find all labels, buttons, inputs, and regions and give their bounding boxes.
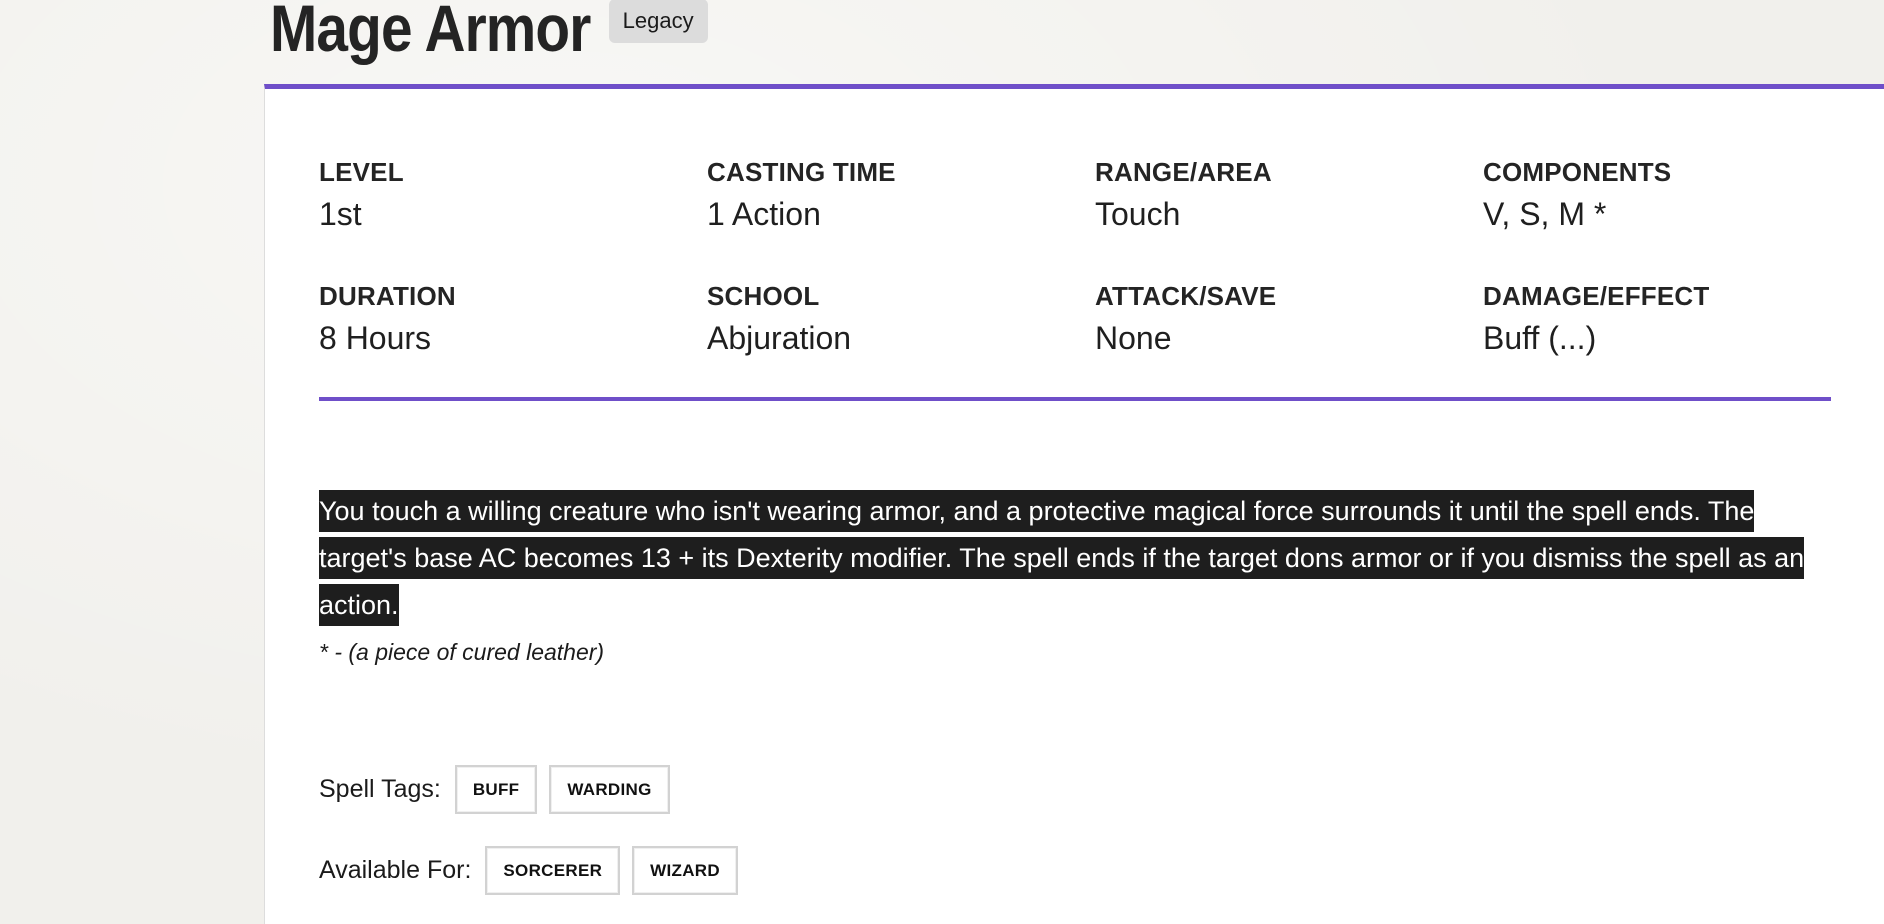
available-for-label: Available For: [319, 856, 472, 884]
stat-damage-effect: DAMAGE/EFFECT Buff (...) [1483, 281, 1871, 405]
stat-components: COMPONENTS V, S, M * [1483, 157, 1871, 281]
stat-label: COMPONENTS [1483, 157, 1672, 187]
stat-casting-time: CASTING TIME 1 Action [707, 157, 1095, 281]
legacy-badge: Legacy [608, 0, 708, 43]
spell-page: Mage Armor Legacy LEVEL 1st CASTING TIME… [0, 0, 1884, 924]
title-row: Mage Armor Legacy [270, 0, 708, 70]
stat-school: SCHOOL Abjuration [707, 281, 1095, 405]
available-for-row: Available For: SORCERER WIZARD [319, 846, 750, 895]
stat-value: 8 Hours [319, 320, 432, 356]
stat-label: ATTACK/SAVE [1095, 281, 1277, 311]
stat-range-area: RANGE/AREA Touch [1095, 157, 1483, 281]
spell-stats-grid: LEVEL 1st CASTING TIME 1 Action RANGE/AR… [319, 157, 1859, 405]
material-footnote: * - (a piece of cured leather) [319, 639, 605, 665]
stat-label: SCHOOL [707, 281, 820, 311]
selected-description-text[interactable]: You touch a willing creature who isn't w… [319, 490, 1805, 626]
spell-description[interactable]: You touch a willing creature who isn't w… [319, 488, 1849, 629]
tag-buff[interactable]: BUFF [454, 765, 538, 814]
stat-value: Buff (...) [1483, 320, 1597, 356]
class-wizard[interactable]: WIZARD [632, 846, 738, 895]
spell-tags-row: Spell Tags: BUFF WARDING [319, 765, 682, 814]
stat-value: 1st [319, 196, 362, 232]
stat-value: Touch [1095, 196, 1181, 232]
stat-level: LEVEL 1st [319, 157, 707, 281]
stat-label: DURATION [319, 281, 456, 311]
stat-value: None [1095, 320, 1172, 356]
stat-label: RANGE/AREA [1095, 157, 1272, 187]
page-title: Mage Armor [270, 0, 591, 65]
spell-details-panel: LEVEL 1st CASTING TIME 1 Action RANGE/AR… [264, 84, 1884, 924]
stat-label: LEVEL [319, 157, 404, 187]
section-divider [319, 397, 1831, 401]
stat-attack-save: ATTACK/SAVE None [1095, 281, 1483, 405]
stat-label: DAMAGE/EFFECT [1483, 281, 1710, 311]
class-sorcerer[interactable]: SORCERER [485, 846, 621, 895]
stat-value: 1 Action [707, 196, 821, 232]
stat-value: V, S, M * [1483, 196, 1607, 232]
stat-value: Abjuration [707, 320, 852, 356]
stat-duration: DURATION 8 Hours [319, 281, 707, 405]
stat-label: CASTING TIME [707, 157, 896, 187]
tag-warding[interactable]: WARDING [549, 765, 670, 814]
spell-tags-label: Spell Tags: [319, 775, 441, 803]
